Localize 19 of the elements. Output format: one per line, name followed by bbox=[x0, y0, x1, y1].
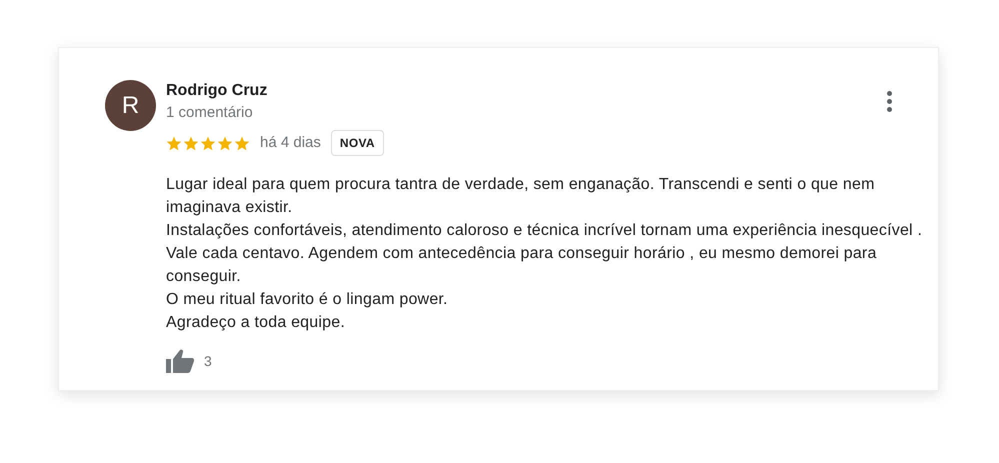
review-text: O meu ritual favorito é o lingam power. bbox=[166, 290, 449, 310]
more-options-icon[interactable] bbox=[885, 89, 894, 114]
review-date: há 4 dias bbox=[260, 132, 321, 153]
avatar: R bbox=[105, 80, 156, 131]
review-text: Lugar ideal para quem procura tantra de verdade, sem enganação. Transcendi e senti o que nem imaginava existir. bbox=[166, 175, 876, 218]
review-text: Agradeço a toda equipe. bbox=[166, 313, 346, 333]
star-icon bbox=[183, 136, 199, 150]
star-icon bbox=[217, 136, 233, 150]
new-badge: NOVA bbox=[330, 130, 384, 156]
review-text: Instalações confortáveis, atendimento caloroso e técnica incrível tornam uma experiência inesquecível . bbox=[166, 221, 924, 241]
thumbs-up-icon bbox=[166, 349, 194, 373]
star-icon bbox=[200, 136, 216, 150]
like-button[interactable] bbox=[166, 349, 194, 373]
like-count: 3 bbox=[204, 352, 212, 370]
author-name[interactable]: Rodrigo Cruz bbox=[166, 81, 936, 101]
star-icon bbox=[166, 136, 182, 150]
star-icon bbox=[234, 136, 250, 150]
review-count: 1 comentário bbox=[166, 103, 254, 123]
review-text: Vale cada centavo. Agendem com antecedência para conseguir horário , eu mesmo demorei para conseguir. bbox=[166, 244, 878, 287]
